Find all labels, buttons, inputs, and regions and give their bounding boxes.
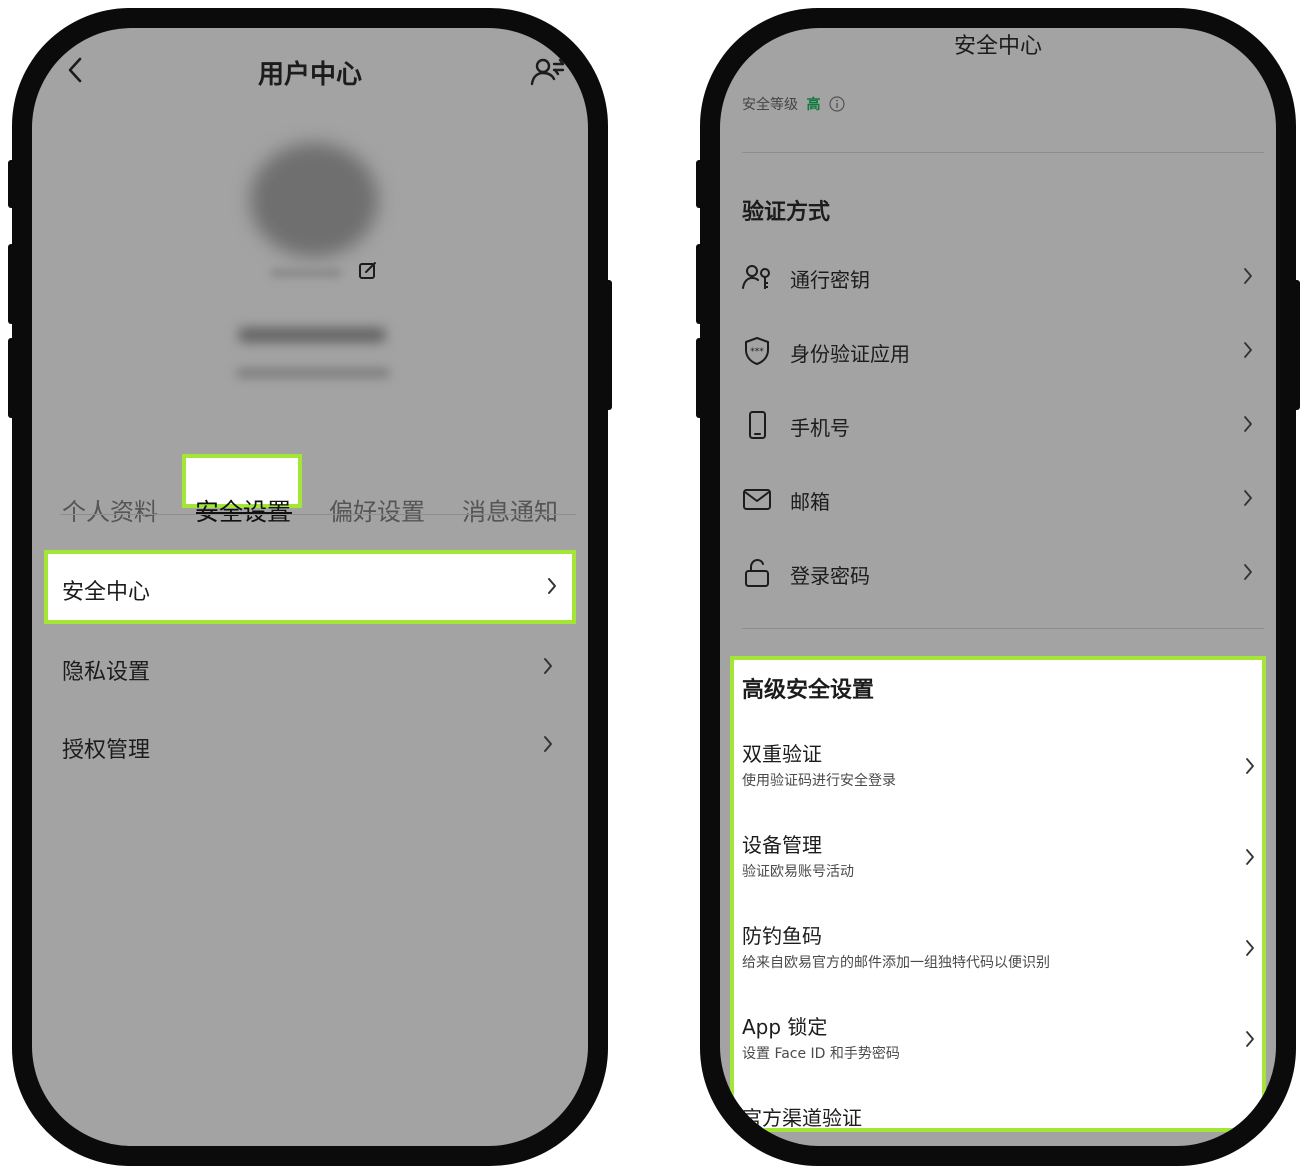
phone-side-button [696,338,703,418]
lock-icon [742,558,772,592]
chevron-right-icon [1242,340,1254,360]
phone-icon [742,410,772,444]
tab-profile[interactable]: 个人资料 [62,492,158,527]
security-level: 安全等级 高 [742,94,845,116]
edit-icon[interactable] [358,260,378,284]
advanced-item-anti-phishing[interactable]: 防钓鱼码 给来自欧易官方的邮件添加一组独特代码以便识别 [732,920,1264,990]
phone-side-button [696,160,703,208]
chevron-right-icon [1244,756,1256,776]
menu-authorization[interactable]: 授权管理 [32,710,588,780]
tab-notifications[interactable]: 消息通知 [462,492,558,527]
security-level-label: 安全等级 [742,97,798,113]
phone-side-button [8,244,15,324]
verify-item-email[interactable]: 邮箱 [720,480,1276,520]
verify-item-label: 通行密钥 [790,268,870,292]
menu-item-label: 安全中心 [62,580,151,605]
chevron-right-icon [1244,1132,1256,1144]
chevron-right-icon [546,576,558,596]
advanced-section-title: 高级安全设置 [742,678,875,703]
advanced-item-2fa[interactable]: 双重验证 使用验证码进行安全登录 [732,738,1264,808]
verify-item-label: 邮箱 [790,490,830,514]
verify-item-phone[interactable]: 手机号 [720,406,1276,446]
phone-frame-right: 安全中心 安全等级 高 验证方式 通行密钥 *** 身份验证应用 手机号 邮箱 … [696,8,1300,1166]
info-icon[interactable] [829,96,845,116]
email-placeholder [236,368,390,378]
nickname-placeholder [270,268,342,278]
tabs-divider [60,514,576,515]
menu-item-label: 授权管理 [62,738,151,763]
chevron-right-icon [542,656,554,676]
advanced-item-desc: 给来自欧易官方的邮件添加一组独特代码以便识别 [742,955,1050,971]
mail-icon [742,484,772,518]
advanced-security-panel: 高级安全设置 双重验证 使用验证码进行安全登录 设备管理 验证欧易账号活动 防钓… [730,656,1266,1141]
security-level-value: 高 [806,97,821,113]
verify-item-label: 手机号 [790,416,850,440]
shield-icon: *** [742,336,772,370]
advanced-item-app-lock[interactable]: App 锁定 设置 Face ID 和手势密码 [732,1011,1264,1081]
phone-side-button [696,244,703,324]
verify-item-passkey[interactable]: 通行密钥 [720,258,1276,298]
verify-item-password[interactable]: 登录密码 [720,554,1276,594]
advanced-item-desc: 验证欧易账号活动 [742,864,854,880]
verify-item-label: 登录密码 [790,564,870,588]
chevron-right-icon [1242,414,1254,434]
advanced-item-desc: 设置 Face ID 和手势密码 [742,1046,900,1062]
advanced-item-desc: 使用验证码进行安全登录 [742,773,896,789]
passkey-icon [742,262,772,296]
page-title: 用户中心 [257,60,362,90]
advanced-item-official-verify[interactable]: 官方渠道验证 [732,1102,1264,1146]
chevron-right-icon [1242,562,1254,582]
advanced-item-label: App 锁定 [742,1015,828,1039]
username-placeholder [238,328,386,342]
verification-section-title: 验证方式 [742,200,831,225]
phone-side-button [8,160,15,208]
phone-side-button [1293,280,1300,410]
chevron-right-icon [1244,938,1256,958]
user-switch-icon[interactable] [530,56,566,92]
avatar [250,143,378,257]
advanced-item-label: 双重验证 [742,742,822,766]
advanced-item-label: 防钓鱼码 [742,924,822,948]
divider [742,152,1264,153]
screen-security-center: 安全中心 安全等级 高 验证方式 通行密钥 *** 身份验证应用 手机号 邮箱 … [720,28,1276,1146]
chevron-right-icon [1242,488,1254,508]
verify-item-authenticator[interactable]: *** 身份验证应用 [720,332,1276,372]
advanced-item-label: 官方渠道验证 [742,1106,862,1130]
verify-item-label: 身份验证应用 [790,342,910,366]
menu-privacy-settings[interactable]: 隐私设置 [32,632,588,702]
page-title: 安全中心 [953,34,1042,59]
phone-side-button [8,338,15,418]
svg-text:***: *** [750,347,764,357]
screen-user-center: 用户中心 个人资料 安全设置 偏好设置 消息通知 安全中心 隐私设置 授权管理 [32,28,588,1146]
tab-security[interactable]: 安全设置 [195,492,291,527]
divider [742,628,1264,629]
phone-side-button [605,280,612,410]
advanced-item-devices[interactable]: 设备管理 验证欧易账号活动 [732,829,1264,899]
menu-item-label: 隐私设置 [62,660,151,685]
chevron-right-icon [1242,266,1254,286]
chevron-right-icon [1244,1029,1256,1049]
chevron-right-icon [542,734,554,754]
tab-preferences[interactable]: 偏好设置 [329,492,425,527]
chevron-right-icon [1244,847,1256,867]
phone-frame-left: 用户中心 个人资料 安全设置 偏好设置 消息通知 安全中心 隐私设置 授权管理 [8,8,612,1166]
menu-security-center[interactable]: 安全中心 [44,550,576,624]
advanced-item-label: 设备管理 [742,833,822,857]
